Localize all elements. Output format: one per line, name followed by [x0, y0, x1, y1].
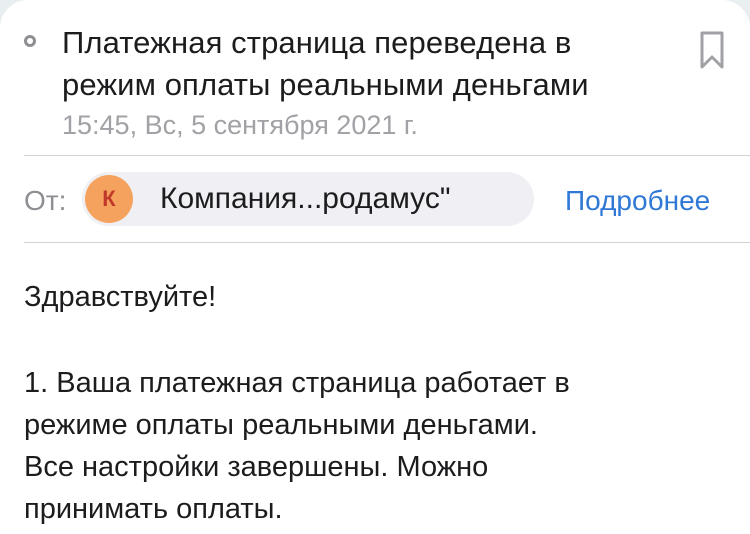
- bookmark-icon[interactable]: [698, 30, 726, 70]
- unread-dot-icon[interactable]: [24, 35, 36, 47]
- avatar: К: [85, 175, 133, 223]
- body-line: 1. Ваша платежная страница работает в: [24, 367, 570, 399]
- message-body: Здравствуйте! 1. Ваша платежная страница…: [24, 276, 724, 530]
- message-view: Платежная страница переведена в режим оп…: [0, 0, 750, 534]
- message-date: 15:45, Вс, 5 сентября 2021 г.: [62, 110, 418, 140]
- from-label: От:: [24, 185, 67, 216]
- greeting: Здравствуйте!: [24, 281, 217, 313]
- body-line: принимать оплаты.: [24, 493, 283, 525]
- message-header: Платежная страница переведена в режим оп…: [0, 0, 750, 154]
- details-link[interactable]: Подробнее: [565, 184, 710, 218]
- divider: [24, 155, 750, 156]
- sender-name: Компания...родамус": [160, 182, 451, 215]
- body-line: Все настройки завершены. Можно: [24, 451, 489, 483]
- body-line: режиме оплаты реальными деньгами.: [24, 409, 538, 441]
- divider: [24, 242, 750, 243]
- message-subject: Платежная страница переведена в режим оп…: [62, 25, 589, 102]
- sender-chip[interactable]: К Компания...родамус": [82, 172, 534, 226]
